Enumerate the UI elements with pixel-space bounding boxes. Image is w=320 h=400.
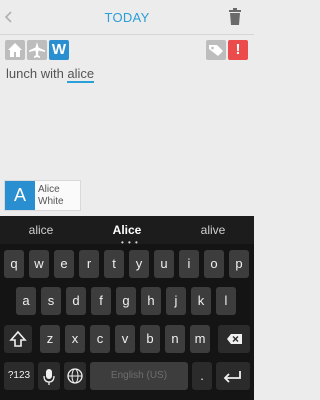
trash-icon[interactable] — [227, 7, 243, 27]
tag-icon — [209, 45, 223, 56]
shift-icon — [9, 330, 27, 347]
key-c[interactable]: c — [90, 325, 110, 353]
enter-key[interactable] — [216, 362, 250, 390]
microphone-icon — [43, 369, 55, 385]
key-x[interactable]: x — [65, 325, 85, 353]
key-a[interactable]: a — [16, 287, 36, 315]
mention-alice[interactable]: alice — [67, 66, 95, 83]
key-n[interactable]: n — [165, 325, 185, 353]
space-key[interactable]: English (US) — [90, 362, 188, 390]
key-g[interactable]: g — [116, 287, 136, 315]
key-y[interactable]: y — [129, 250, 149, 278]
priority-button[interactable]: ! — [228, 40, 248, 60]
key-r[interactable]: r — [79, 250, 99, 278]
globe-icon — [67, 368, 83, 384]
suggestion-strip: alice Alice alive • • • — [0, 216, 254, 247]
key-s[interactable]: s — [41, 287, 61, 315]
contact-last-name: White — [38, 196, 64, 207]
airplane-icon — [29, 42, 45, 58]
keyboard: q w e r t y u i o p a s d f g h j k l z … — [0, 244, 254, 400]
key-m[interactable]: m — [190, 325, 210, 353]
key-t[interactable]: t — [104, 250, 124, 278]
period-key[interactable]: . — [192, 362, 212, 390]
suggestion-right[interactable]: alive — [178, 223, 248, 237]
home-icon — [8, 43, 22, 57]
header: TODAY — [0, 0, 254, 35]
suggestion-center[interactable]: Alice — [92, 223, 162, 237]
shift-key[interactable] — [4, 325, 32, 353]
key-q[interactable]: q — [4, 250, 24, 278]
contact-suggestion[interactable]: A Alice White — [4, 180, 81, 211]
symbols-key[interactable]: ?123 — [4, 362, 34, 390]
globe-key[interactable] — [64, 362, 86, 390]
avatar: A — [5, 181, 35, 210]
work-tag-button[interactable]: W — [49, 40, 69, 60]
mic-key[interactable] — [38, 362, 60, 390]
key-k[interactable]: k — [191, 287, 211, 315]
key-i[interactable]: i — [179, 250, 199, 278]
home-tag-button[interactable] — [5, 40, 25, 60]
key-w[interactable]: w — [29, 250, 49, 278]
key-f[interactable]: f — [91, 287, 111, 315]
backspace-icon — [227, 334, 242, 344]
backspace-key[interactable] — [218, 325, 250, 353]
note-text[interactable]: lunch with alice — [6, 66, 95, 83]
key-o[interactable]: o — [204, 250, 224, 278]
contact-first-name: Alice — [38, 184, 60, 195]
enter-icon — [223, 371, 241, 383]
suggestion-left[interactable]: alice — [6, 223, 76, 237]
key-d[interactable]: d — [66, 287, 86, 315]
key-e[interactable]: e — [54, 250, 74, 278]
page-title: TODAY — [104, 10, 150, 25]
key-v[interactable]: v — [115, 325, 135, 353]
travel-tag-button[interactable] — [27, 40, 47, 60]
note-prefix: lunch with — [6, 66, 68, 81]
app: TODAY W ! lunch with alice A Alice White — [0, 0, 254, 400]
key-p[interactable]: p — [229, 250, 249, 278]
key-z[interactable]: z — [40, 325, 60, 353]
key-l[interactable]: l — [216, 287, 236, 315]
key-h[interactable]: h — [141, 287, 161, 315]
tag-button[interactable] — [206, 40, 226, 60]
key-j[interactable]: j — [166, 287, 186, 315]
key-b[interactable]: b — [140, 325, 160, 353]
key-u[interactable]: u — [154, 250, 174, 278]
